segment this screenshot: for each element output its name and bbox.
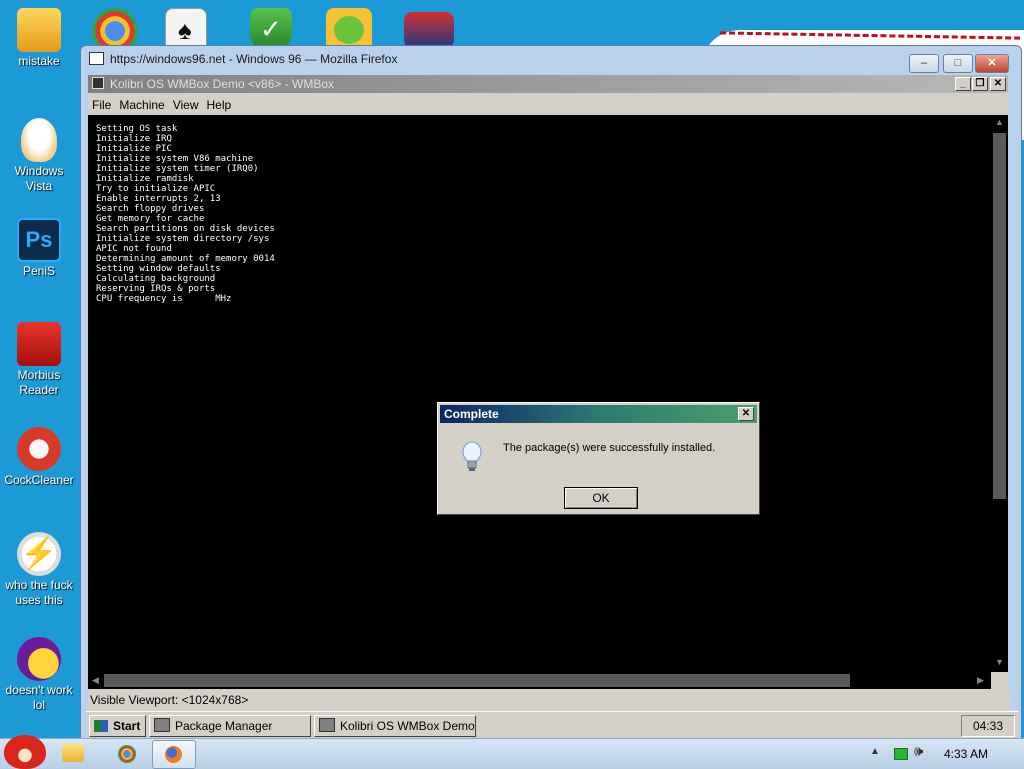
taskbar-item-kolibri[interactable]: Kolibri OS WMBox Demo <... — [314, 715, 476, 737]
console-line: Determining amount of memory 0014 — [96, 254, 275, 264]
desktop-icon-label: mistake — [18, 54, 60, 68]
dialog-message: The package(s) were successfully install… — [503, 442, 716, 454]
menu-machine[interactable]: Machine — [115, 95, 168, 113]
wmbox-restore-button[interactable]: ❐ — [972, 77, 988, 91]
win96-clock: 04:33 — [961, 715, 1015, 737]
wmbox-menu-bar: File Machine View Help — [88, 95, 235, 115]
wmbox-close-button[interactable]: ✕ — [990, 77, 1006, 91]
lightbulb-icon — [462, 441, 482, 471]
wmbox-minimize-button[interactable]: _ — [955, 77, 971, 91]
console-line: Initialize PIC — [96, 144, 172, 154]
firefox-close-button[interactable]: ✕ — [975, 54, 1009, 73]
wmbox-window[interactable]: Kolibri OS WMBox Demo <v86> - WMBox _ ❐ … — [88, 75, 1010, 712]
console-line: Try to initialize APIC — [96, 184, 216, 194]
scroll-down-arrow-icon[interactable]: ▼ — [995, 657, 1004, 667]
win96-taskbar: Start Package Manager Kolibri OS WMBox D… — [86, 711, 1019, 739]
desktop-icon-label: PeniS — [22, 264, 56, 278]
horizontal-scrollbar[interactable]: ◀ ▶ — [88, 672, 991, 689]
console-line: Initialize ramdisk — [96, 174, 194, 184]
firefox-icon — [165, 746, 182, 763]
firefox-title: https://windows96.net - Windows 96 — Moz… — [110, 52, 398, 66]
console-line: Get memory for cache — [96, 214, 205, 224]
console-line: Enable interrupts 2, 13 — [96, 194, 221, 204]
scroll-up-arrow-icon[interactable]: ▲ — [995, 117, 1004, 127]
winamp-icon[interactable] — [404, 12, 454, 48]
console-line: Search partitions on disk devices — [96, 224, 275, 234]
dialog-title-bar[interactable]: Complete ✕ — [440, 405, 757, 423]
desktop-icon-label: CockCleaner — [4, 473, 74, 487]
complete-dialog[interactable]: Complete ✕ The package(s) were successfu… — [437, 402, 760, 515]
console-line: Initialize system timer (IRQ0) — [96, 164, 259, 174]
ccleaner-icon — [17, 427, 61, 471]
emulator-screen[interactable]: Setting OS task Initialize IRQ Initialize … — [88, 115, 991, 672]
wmbox-title-bar[interactable]: Kolibri OS WMBox Demo <v86> - WMBox _ ❐ … — [88, 75, 1008, 93]
desktop-icon-morbius-reader[interactable]: Morbius Reader — [3, 322, 75, 398]
explorer-folder-icon[interactable] — [62, 744, 84, 762]
console-line: CPU frequency is MHz — [96, 294, 232, 304]
egg-icon — [21, 118, 57, 162]
status-bar: Visible Viewport: <1024x768> — [88, 689, 1010, 712]
page-icon — [89, 52, 104, 65]
windows7-taskbar: ▲ 🕪 4:33 AM — [0, 735, 1024, 769]
taskbar-item-label: Kolibri OS WMBox Demo <... — [340, 719, 475, 733]
computer-folder-icon — [17, 8, 61, 52]
lightning-icon: ⚡ — [17, 532, 61, 576]
wmbox-icon — [319, 718, 335, 732]
desktop-icon-doesnt-work[interactable]: doesn't work lol — [3, 637, 75, 713]
windows-clock[interactable]: 4:33 AM — [944, 747, 988, 761]
dialog-close-button[interactable]: ✕ — [738, 407, 754, 421]
volume-icon[interactable]: 🕪 — [914, 743, 923, 760]
dialog-title: Complete — [444, 407, 499, 421]
start-button[interactable]: Start — [89, 715, 146, 737]
menu-view[interactable]: View — [169, 95, 203, 113]
taskbar-item-label: Package Manager — [175, 719, 273, 733]
console-line: APIC not found — [96, 244, 172, 254]
desktop-icon-cockcleaner[interactable]: CockCleaner — [3, 427, 75, 488]
console-line: Initialize system directory /sys — [96, 234, 270, 244]
desktop-icon-penis[interactable]: Ps PeniS — [3, 218, 75, 279]
battery-icon[interactable] — [894, 748, 908, 760]
yahoo-messenger-icon — [17, 637, 61, 681]
firefox-title-bar[interactable]: https://windows96.net - Windows 96 — Moz… — [89, 52, 397, 74]
angry-birds-start-icon[interactable] — [4, 735, 46, 769]
desktop-icon-label: Windows Vista — [14, 164, 64, 193]
desktop-icon-label: doesn't work lol — [5, 683, 73, 712]
console-line: Initialize IRQ — [96, 134, 172, 144]
vertical-scroll-thumb[interactable] — [993, 133, 1006, 499]
console-line: Setting OS task — [96, 124, 178, 134]
start-label: Start — [113, 719, 141, 733]
desktop-icon-mistake[interactable]: mistake — [3, 8, 75, 69]
firefox-taskbar-button[interactable] — [152, 740, 196, 769]
tray-up-arrow-icon[interactable]: ▲ — [870, 746, 880, 757]
vertical-scrollbar[interactable]: ▲ ▼ — [991, 115, 1008, 672]
window-menu-icon[interactable] — [92, 77, 104, 89]
console-line: Search floppy drives — [96, 204, 205, 214]
start-logo-icon — [94, 720, 108, 732]
pdf-reader-icon — [17, 322, 61, 366]
console-line: Calculating background — [96, 274, 216, 284]
firefox-minimize-button[interactable]: – — [909, 54, 939, 73]
ok-button[interactable]: OK — [564, 487, 638, 509]
menu-file[interactable]: File — [88, 95, 115, 113]
desktop-icon-who-uses-this[interactable]: ⚡ who the fuck uses this — [3, 532, 75, 608]
desktop-icon-label: who the fuck uses this — [5, 578, 73, 607]
menu-help[interactable]: Help — [203, 95, 236, 113]
scroll-left-arrow-icon[interactable]: ◀ — [92, 675, 99, 686]
photoshop-icon: Ps — [17, 218, 61, 262]
scroll-right-arrow-icon[interactable]: ▶ — [977, 675, 984, 686]
desktop-icon-label: Morbius Reader — [17, 368, 61, 397]
wmbox-title: Kolibri OS WMBox Demo <v86> - WMBox — [110, 77, 335, 91]
console-output: Setting OS task Initialize IRQ Initialize … — [96, 124, 275, 304]
console-line: Setting window defaults — [96, 264, 221, 274]
console-line: Reserving IRQs & ports — [96, 284, 216, 294]
package-manager-icon — [154, 718, 170, 732]
desktop-icon-windows-vista[interactable]: Windows Vista — [3, 118, 75, 194]
taskbar-item-package-manager[interactable]: Package Manager — [149, 715, 311, 737]
horizontal-scroll-thumb[interactable] — [104, 674, 850, 687]
firefox-maximize-button[interactable]: □ — [943, 54, 973, 73]
console-line: Initialize system V86 machine — [96, 154, 254, 164]
chrome-icon[interactable] — [118, 745, 136, 763]
